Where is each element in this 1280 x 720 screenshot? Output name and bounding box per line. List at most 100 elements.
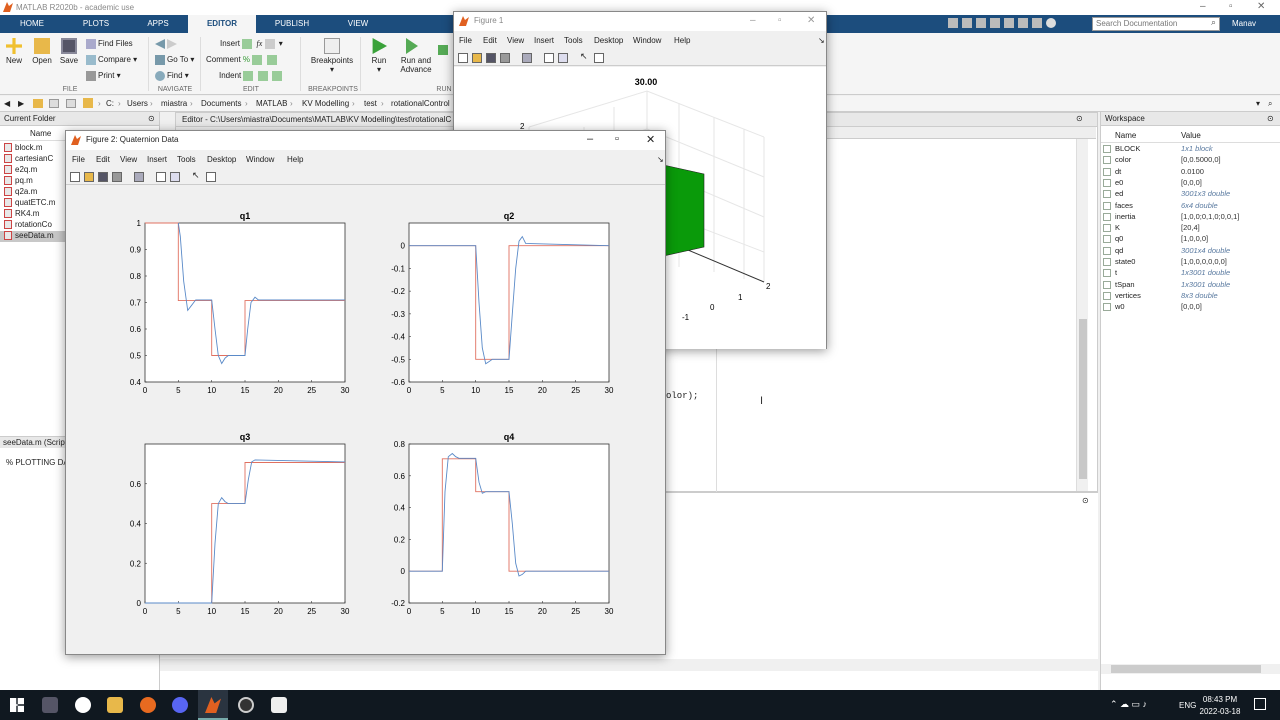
list-item[interactable]: e2q.m — [4, 165, 37, 176]
up-folder-icon[interactable] — [49, 99, 59, 108]
menu-edit[interactable]: Edit — [483, 36, 497, 45]
workspace-variable-row[interactable]: state0 [1,0,0,0,0,0,0] — [1103, 257, 1279, 268]
menu-window[interactable]: Window — [246, 155, 274, 164]
workspace-variable-row[interactable]: t 1x3001 double — [1103, 268, 1279, 279]
path-seg[interactable]: MATLAB — [256, 99, 287, 108]
tab-plots[interactable]: PLOTS — [72, 15, 120, 33]
search-icon[interactable]: ⌕ — [1268, 99, 1272, 109]
path-seg[interactable]: test — [364, 99, 377, 108]
workspace-variable-row[interactable]: e0 [0,0,0] — [1103, 178, 1279, 189]
workspace-variable-row[interactable]: K [20,4] — [1103, 223, 1279, 234]
list-item[interactable]: quatETC.m — [4, 198, 55, 209]
folder-icon[interactable] — [33, 99, 43, 108]
tab-editor[interactable]: EDITOR — [188, 15, 256, 33]
pointer-icon[interactable]: ↖ — [192, 170, 202, 180]
tab-home[interactable]: HOME — [8, 15, 56, 33]
scrollbar-thumb[interactable] — [1079, 319, 1087, 479]
close-icon[interactable]: ✕ — [646, 133, 655, 146]
tab-apps[interactable]: APPS — [134, 15, 182, 33]
menu-help[interactable]: Help — [674, 36, 690, 45]
back-forward-buttons[interactable] — [155, 39, 179, 49]
minimize-icon[interactable]: – — [1200, 1, 1206, 12]
path-seg[interactable]: C: — [106, 99, 114, 108]
compare-button[interactable]: Compare ▾ — [86, 55, 137, 65]
workspace-variable-row[interactable]: ed 3001x3 double — [1103, 189, 1279, 200]
maximize-icon[interactable]: ▫ — [615, 133, 619, 145]
horizontal-scrollbar[interactable] — [160, 659, 1098, 671]
workspace-variable-row[interactable]: q0 [1,0,0,0] — [1103, 234, 1279, 245]
subplot-q4[interactable]: q40 5 10 15 20 25 30-0.200.20.40.60.8 — [391, 432, 614, 616]
firefox-icon[interactable] — [140, 697, 156, 713]
link-plot-icon[interactable] — [134, 172, 144, 182]
name-column-header[interactable]: Name — [1115, 131, 1136, 140]
link-plot-icon[interactable] — [522, 53, 532, 63]
insert-colorbar-icon[interactable] — [156, 172, 166, 182]
value-column-header[interactable]: Value — [1181, 131, 1201, 140]
plot-tools-icon[interactable] — [594, 53, 604, 63]
workspace-variable-row[interactable]: vertices 8x3 double — [1103, 291, 1279, 302]
panel-menu-icon[interactable]: ⊙ — [1076, 114, 1083, 123]
run-and-advance-button[interactable]: Run and Advance — [398, 35, 434, 74]
print-icon[interactable] — [112, 172, 122, 182]
plot-tools-icon[interactable] — [206, 172, 216, 182]
task-view-icon[interactable] — [42, 697, 58, 713]
tab-view[interactable]: VIEW — [334, 15, 382, 33]
open-file-icon[interactable] — [472, 53, 482, 63]
insert-colorbar-icon[interactable] — [544, 53, 554, 63]
path-seg[interactable]: rotationalControl — [391, 99, 451, 108]
run-button[interactable]: Run ▾ — [365, 35, 393, 74]
open-button[interactable]: Open — [28, 35, 56, 65]
run-section-button[interactable] — [438, 45, 450, 55]
save-button[interactable]: Save — [55, 35, 83, 65]
workspace-variable-row[interactable]: faces 6x4 double — [1103, 201, 1279, 212]
menu-edit[interactable]: Edit — [96, 155, 110, 164]
menu-insert[interactable]: Insert — [147, 155, 167, 164]
comment-button[interactable]: Comment % — [206, 55, 279, 65]
workspace-variable-row[interactable]: w0 [0,0,0] — [1103, 302, 1279, 313]
panel-menu-icon[interactable]: ⊙ — [148, 114, 155, 123]
insert-button[interactable]: Insert fx ▾ — [220, 39, 283, 49]
new-figure-icon[interactable] — [458, 53, 468, 63]
tray-icons[interactable]: ⌃ ☁ ▭ ♪ — [1110, 699, 1147, 710]
file-explorer-icon[interactable] — [107, 697, 123, 713]
figure-2-window[interactable]: Figure 2: Quaternion Data – ▫ ✕ File Edi… — [65, 130, 666, 655]
menu-window[interactable]: Window — [633, 36, 661, 45]
menu-desktop[interactable]: Desktop — [207, 155, 236, 164]
editor-scrollbar[interactable] — [1076, 139, 1088, 491]
language-indicator[interactable]: ENG — [1179, 701, 1196, 710]
dock-arrow-icon[interactable]: ↘ — [657, 155, 664, 164]
notification-icon[interactable] — [1254, 698, 1266, 710]
clock-time[interactable]: 08:43 PM — [1200, 695, 1240, 704]
minimize-icon[interactable]: – — [587, 133, 593, 145]
path-seg[interactable]: miastra — [161, 99, 187, 108]
open-file-icon[interactable] — [84, 172, 94, 182]
clock-app-icon[interactable] — [238, 697, 254, 713]
maximize-icon[interactable]: ▫ — [778, 15, 782, 26]
insert-legend-icon[interactable] — [558, 53, 568, 63]
name-column-header[interactable]: Name — [30, 129, 51, 138]
go-to-button[interactable]: Go To ▾ — [155, 55, 194, 65]
workspace-variable-row[interactable]: dt 0.0100 — [1103, 167, 1279, 178]
close-icon[interactable]: ✕ — [1257, 1, 1265, 12]
panel-menu-icon[interactable]: ⊙ — [1267, 114, 1274, 123]
list-item[interactable]: q2a.m — [4, 187, 37, 198]
minimize-icon[interactable]: – — [750, 15, 756, 26]
notion-icon[interactable] — [271, 697, 287, 713]
start-icon[interactable] — [10, 698, 24, 712]
breakpoints-button[interactable]: Breakpoints ▾ — [308, 35, 356, 74]
workspace-variable-row[interactable]: tSpan 1x3001 double — [1103, 280, 1279, 291]
workspace-variable-row[interactable]: inertia [1,0,0;0,1,0;0,0,1] — [1103, 212, 1279, 223]
find-button[interactable]: Find ▾ — [155, 71, 189, 81]
discord-icon[interactable] — [172, 697, 188, 713]
path-seg[interactable]: Documents — [201, 99, 241, 108]
workspace-variable-row[interactable]: qd 3001x4 double — [1103, 246, 1279, 257]
path-seg[interactable]: KV Modelling — [302, 99, 349, 108]
clock-date[interactable]: 2022-03-18 — [1198, 707, 1242, 716]
new-button[interactable]: New — [0, 35, 28, 65]
list-item[interactable]: cartesianC — [4, 154, 53, 165]
code-text[interactable]: olor); — [666, 391, 698, 401]
list-item[interactable]: block.m — [4, 143, 43, 154]
matlab-taskbar-item[interactable] — [198, 690, 228, 720]
quaternion-subplots[interactable]: q1 0 5 10 15 20 25 30 0.4 0.5 0.6 0.7 0.8 0.9 1 q2 0 5 10 1… — [66, 187, 665, 654]
menu-view[interactable]: View — [120, 155, 137, 164]
